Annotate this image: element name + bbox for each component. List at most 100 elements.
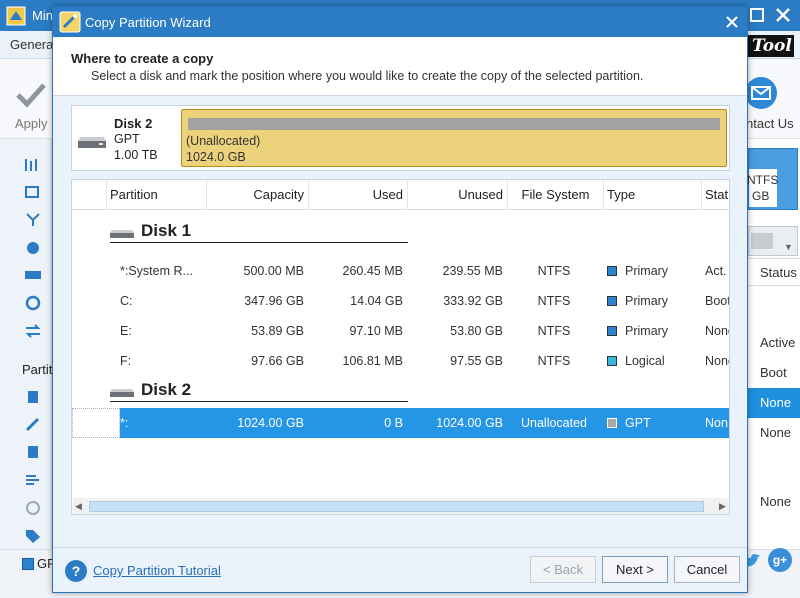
wizard-icon bbox=[59, 11, 81, 33]
cell-type: Primary bbox=[625, 264, 669, 278]
column-header-file-system[interactable]: File System bbox=[507, 180, 603, 210]
row-focus-cell bbox=[72, 408, 120, 438]
disk-icon[interactable] bbox=[24, 267, 42, 283]
column-header-status[interactable]: Stat bbox=[701, 180, 729, 210]
pie-chart-icon[interactable] bbox=[24, 240, 42, 256]
move-resize-icon[interactable] bbox=[24, 184, 42, 200]
type-color-swatch bbox=[607, 296, 617, 306]
status-header-label: Status bbox=[760, 265, 797, 280]
cell-partition: *: bbox=[120, 416, 129, 430]
cell-used: 0 B bbox=[384, 416, 403, 430]
cell-file-system: NTFS bbox=[537, 264, 571, 278]
cell-capacity: 97.66 GB bbox=[251, 354, 304, 368]
target-disk-card[interactable]: Disk 2 GPT 1.00 TB (Unallocated) 1024.0 … bbox=[71, 105, 730, 171]
partition-operations-heading: Partiti bbox=[22, 362, 56, 377]
unallocated-usage-bar bbox=[188, 118, 720, 130]
disk-card-size: 1.00 TB bbox=[114, 148, 158, 162]
cell-type: Logical bbox=[625, 354, 665, 368]
scroll-down-arrow-icon[interactable]: ▼ bbox=[784, 242, 793, 252]
table-row[interactable]: E: 53.89 GB 97.10 MB 53.80 GB NTFS Prima… bbox=[72, 316, 729, 346]
disk-card-name: Disk 2 bbox=[114, 116, 153, 131]
dialog-subheading: Select a disk and mark the position wher… bbox=[91, 69, 644, 83]
next-button[interactable]: Next > bbox=[602, 556, 668, 583]
table-row-selected[interactable]: *: 1024.00 GB 0 B 1024.00 GB Unallocated… bbox=[72, 408, 729, 438]
contact-us-label[interactable]: ntact Us bbox=[746, 116, 794, 131]
app-logo-icon bbox=[6, 6, 26, 26]
align-icon[interactable] bbox=[24, 157, 42, 173]
cell-unused: 239.55 MB bbox=[442, 264, 503, 278]
cell-unused: 333.92 GB bbox=[443, 294, 503, 308]
cell-type: GPT bbox=[625, 416, 651, 430]
partition-table: Partition Capacity Used Unused File Syst… bbox=[71, 179, 730, 515]
cell-capacity: 347.96 GB bbox=[244, 294, 304, 308]
cell-file-system: Unallocated bbox=[520, 416, 587, 430]
table-row[interactable]: C: 347.96 GB 14.04 GB 333.92 GB NTFS Pri… bbox=[72, 286, 729, 316]
cell-unused: 53.80 GB bbox=[450, 324, 503, 338]
merge-icon[interactable] bbox=[24, 212, 42, 228]
status-value-selected: None bbox=[746, 388, 800, 418]
cell-file-system: NTFS bbox=[537, 294, 571, 308]
disk-group-label: Disk 1 bbox=[141, 221, 192, 240]
cell-used: 260.45 MB bbox=[342, 264, 403, 278]
dialog-close-icon[interactable] bbox=[723, 13, 741, 31]
back-button[interactable]: < Back bbox=[530, 556, 596, 583]
unallocated-space-block[interactable]: (Unallocated) 1024.0 GB bbox=[181, 109, 727, 167]
dialog-header: Where to create a copy Select a disk and… bbox=[53, 37, 747, 96]
column-header-capacity[interactable]: Capacity bbox=[206, 180, 308, 210]
close-icon[interactable] bbox=[772, 4, 794, 26]
cancel-button[interactable]: Cancel bbox=[674, 556, 740, 583]
cell-capacity: 53.89 GB bbox=[251, 324, 304, 338]
cell-capacity: 500.00 MB bbox=[243, 264, 304, 278]
column-header-used[interactable]: Used bbox=[308, 180, 407, 210]
table-row[interactable]: *:System R... 500.00 MB 260.45 MB 239.55… bbox=[72, 256, 729, 286]
table-row[interactable]: F: 97.66 GB 106.81 MB 97.55 GB NTFS Logi… bbox=[72, 346, 729, 376]
contact-envelope-icon[interactable] bbox=[744, 76, 778, 110]
apply-button-label[interactable]: Apply bbox=[15, 116, 48, 131]
unallocated-label: (Unallocated) bbox=[186, 134, 261, 148]
edit-pencil-icon[interactable] bbox=[24, 416, 42, 432]
cell-status: None bbox=[705, 324, 729, 338]
maximize-icon[interactable] bbox=[748, 6, 766, 24]
cell-partition: F: bbox=[120, 354, 132, 368]
cell-type: Primary bbox=[625, 294, 669, 308]
scroll-left-arrow-icon[interactable]: ◀ bbox=[75, 501, 82, 512]
cell-status: None bbox=[705, 354, 729, 368]
column-header-partition[interactable]: Partition bbox=[106, 180, 206, 210]
cell-capacity: 1024.00 GB bbox=[237, 416, 304, 430]
scroll-right-arrow-icon[interactable]: ▶ bbox=[719, 501, 726, 512]
type-color-swatch bbox=[607, 326, 617, 336]
cell-file-system: NTFS bbox=[537, 324, 571, 338]
copy-partition-tutorial-link[interactable]: Copy Partition Tutorial bbox=[93, 563, 221, 578]
disk-map-size-label: GB bbox=[752, 189, 770, 203]
column-header-type[interactable]: Type bbox=[603, 180, 701, 210]
globe-icon[interactable] bbox=[24, 500, 42, 516]
brand-logo: Tool bbox=[748, 35, 794, 57]
cell-status: Act. bbox=[705, 264, 727, 278]
copy-doc-icon[interactable] bbox=[24, 444, 42, 460]
tag-icon[interactable] bbox=[24, 528, 42, 544]
apply-checkmark-icon[interactable] bbox=[14, 80, 48, 110]
column-header-unused[interactable]: Unused bbox=[407, 180, 507, 210]
label-icon[interactable] bbox=[24, 472, 42, 488]
disk-card-type: GPT bbox=[114, 132, 140, 146]
scrollbar-thumb[interactable] bbox=[89, 501, 704, 512]
footer-divider bbox=[53, 547, 747, 548]
cell-partition: C: bbox=[120, 294, 133, 308]
recovery-icon[interactable] bbox=[24, 295, 42, 311]
delete-icon[interactable] bbox=[24, 388, 42, 404]
cell-used: 106.81 MB bbox=[342, 354, 403, 368]
convert-icon[interactable] bbox=[24, 323, 42, 339]
cell-partition: *:System R... bbox=[120, 264, 193, 278]
dialog-title: Copy Partition Wizard bbox=[85, 15, 211, 30]
help-question-icon[interactable]: ? bbox=[65, 560, 87, 582]
cell-status: Non bbox=[705, 416, 728, 430]
menu-general[interactable]: Genera bbox=[10, 37, 53, 52]
hard-disk-icon bbox=[110, 230, 134, 238]
disk-group-header: Disk 2 bbox=[110, 380, 408, 402]
status-value: Boot bbox=[760, 365, 787, 380]
cell-unused: 97.55 GB bbox=[450, 354, 503, 368]
status-value: None bbox=[760, 494, 792, 509]
google-plus-icon[interactable]: g+ bbox=[768, 548, 792, 572]
horizontal-scrollbar[interactable]: ◀ ▶ bbox=[73, 498, 729, 514]
table-header: Partition Capacity Used Unused File Syst… bbox=[72, 180, 729, 210]
